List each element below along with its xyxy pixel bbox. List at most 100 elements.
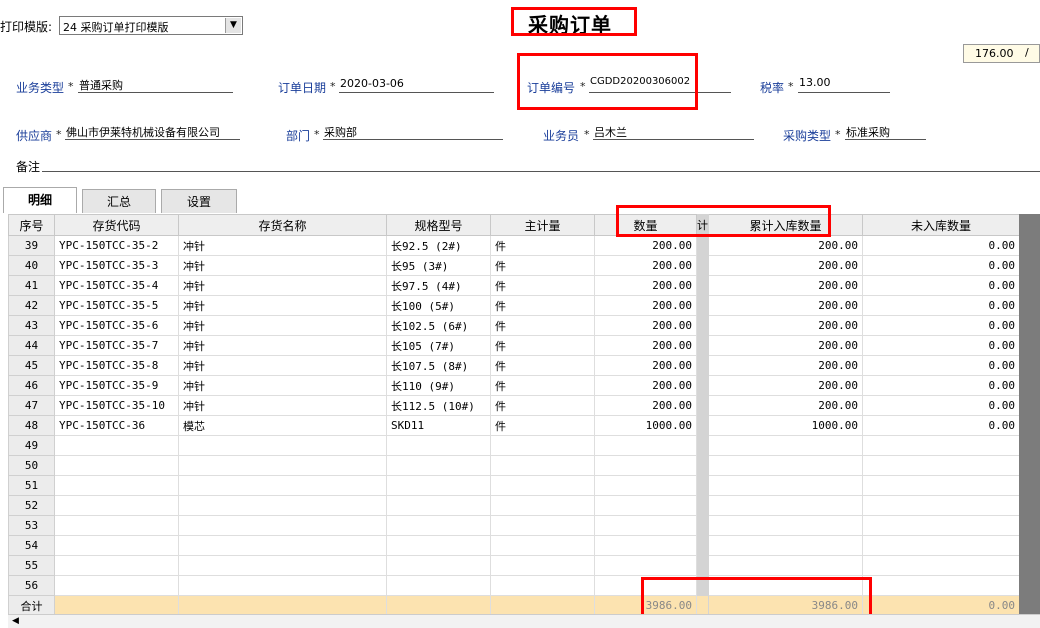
item-received[interactable] (708, 475, 863, 496)
item-spec[interactable]: SKD11 (386, 415, 491, 436)
item-pending[interactable]: 0.00 (862, 235, 1020, 256)
col-header-pending[interactable]: 未入库数量 (862, 214, 1020, 236)
item-qty[interactable] (594, 555, 697, 576)
biz-type-value[interactable]: 普通采购 (79, 77, 123, 93)
col-header-unit[interactable]: 主计量 (490, 214, 595, 236)
item-qty[interactable] (594, 535, 697, 556)
supplier-value[interactable]: 佛山市伊莱特机械设备有限公司 (66, 124, 220, 140)
item-spec[interactable]: 长95 (3#) (386, 255, 491, 276)
table-row[interactable]: 40 YPC-150TCC-35-3 冲针 长95 (3#) 件 200.00 200.00… (8, 255, 1020, 276)
item-code[interactable] (54, 535, 179, 556)
item-pending[interactable]: 0.00 (862, 295, 1020, 316)
item-received[interactable] (708, 455, 863, 476)
tab-detail[interactable]: 明细 (3, 187, 77, 213)
item-code[interactable] (54, 555, 179, 576)
table-row[interactable]: 49 (8, 435, 1020, 456)
tab-settings[interactable]: 设置 (161, 189, 237, 213)
item-spec[interactable] (386, 555, 491, 576)
item-name[interactable]: 冲针 (178, 375, 387, 396)
item-received[interactable]: 200.00 (708, 235, 863, 256)
item-received[interactable]: 200.00 (708, 295, 863, 316)
item-qty[interactable] (594, 435, 697, 456)
item-code[interactable]: YPC-150TCC-35-3 (54, 255, 179, 276)
item-received[interactable]: 200.00 (708, 395, 863, 416)
item-qty[interactable]: 200.00 (594, 295, 697, 316)
item-name[interactable] (178, 495, 387, 516)
item-name[interactable] (178, 535, 387, 556)
chevron-down-icon[interactable]: ▼ (225, 18, 241, 33)
col-header-spec[interactable]: 规格型号 (386, 214, 491, 236)
item-received[interactable]: 1000.00 (708, 415, 863, 436)
item-name[interactable]: 冲针 (178, 275, 387, 296)
item-pending[interactable] (862, 455, 1020, 476)
item-pending[interactable]: 0.00 (862, 255, 1020, 276)
item-unit[interactable]: 件 (490, 415, 595, 436)
item-unit[interactable] (490, 495, 595, 516)
item-spec[interactable] (386, 515, 491, 536)
item-name[interactable] (178, 435, 387, 456)
item-spec[interactable]: 长97.5 (4#) (386, 275, 491, 296)
item-received[interactable] (708, 435, 863, 456)
item-unit[interactable]: 件 (490, 355, 595, 376)
item-qty[interactable]: 200.00 (594, 395, 697, 416)
item-pending[interactable]: 0.00 (862, 415, 1020, 436)
item-qty[interactable] (594, 475, 697, 496)
item-spec[interactable]: 长107.5 (8#) (386, 355, 491, 376)
item-name[interactable]: 模芯 (178, 415, 387, 436)
item-received[interactable] (708, 495, 863, 516)
item-spec[interactable] (386, 455, 491, 476)
item-name[interactable]: 冲针 (178, 395, 387, 416)
purchase-type-value[interactable]: 标准采购 (846, 124, 890, 140)
scroll-left-icon[interactable]: ◀ (12, 615, 19, 628)
item-code[interactable] (54, 435, 179, 456)
item-unit[interactable] (490, 575, 595, 596)
item-spec[interactable] (386, 475, 491, 496)
col-header-code[interactable]: 存货代码 (54, 214, 179, 236)
item-spec[interactable] (386, 575, 491, 596)
table-row[interactable]: 52 (8, 495, 1020, 516)
item-code[interactable]: YPC-150TCC-35-6 (54, 315, 179, 336)
item-code[interactable]: YPC-150TCC-35-10 (54, 395, 179, 416)
item-received[interactable]: 200.00 (708, 255, 863, 276)
item-qty[interactable]: 200.00 (594, 335, 697, 356)
item-qty[interactable]: 200.00 (594, 355, 697, 376)
item-received[interactable]: 200.00 (708, 355, 863, 376)
item-received[interactable]: 200.00 (708, 335, 863, 356)
item-qty[interactable] (594, 455, 697, 476)
item-qty[interactable]: 200.00 (594, 255, 697, 276)
item-code[interactable]: YPC-150TCC-35-2 (54, 235, 179, 256)
item-spec[interactable] (386, 435, 491, 456)
item-received[interactable] (708, 515, 863, 536)
table-row[interactable]: 50 (8, 455, 1020, 476)
item-pending[interactable] (862, 435, 1020, 456)
item-code[interactable] (54, 575, 179, 596)
order-date-value[interactable]: 2020-03-06 (340, 77, 404, 90)
item-received[interactable] (708, 555, 863, 576)
vertical-scrollbar[interactable] (1019, 214, 1040, 614)
template-select[interactable]: 24 采购订单打印模版 ▼ (59, 16, 243, 35)
item-name[interactable]: 冲针 (178, 355, 387, 376)
item-pending[interactable]: 0.00 (862, 275, 1020, 296)
table-row[interactable]: 39 YPC-150TCC-35-2 冲针 长92.5 (2#) 件 200.00 200.… (8, 235, 1020, 256)
item-name[interactable]: 冲针 (178, 315, 387, 336)
item-received[interactable]: 200.00 (708, 315, 863, 336)
item-unit[interactable]: 件 (490, 395, 595, 416)
item-received[interactable] (708, 535, 863, 556)
item-spec[interactable]: 长112.5 (10#) (386, 395, 491, 416)
table-row[interactable]: 46 YPC-150TCC-35-9 冲针 长110 (9#) 件 200.00 200.0… (8, 375, 1020, 396)
item-spec[interactable]: 长100 (5#) (386, 295, 491, 316)
table-row[interactable]: 53 (8, 515, 1020, 536)
item-pending[interactable]: 0.00 (862, 335, 1020, 356)
col-header-name[interactable]: 存货名称 (178, 214, 387, 236)
horizontal-scrollbar[interactable]: ◀ (8, 614, 1040, 628)
item-unit[interactable] (490, 555, 595, 576)
item-unit[interactable] (490, 455, 595, 476)
salesman-value[interactable]: 吕木兰 (594, 124, 627, 140)
item-code[interactable]: YPC-150TCC-35-4 (54, 275, 179, 296)
item-spec[interactable] (386, 535, 491, 556)
item-code[interactable] (54, 475, 179, 496)
table-row[interactable]: 44 YPC-150TCC-35-7 冲针 长105 (7#) 件 200.00 200.0… (8, 335, 1020, 356)
item-code[interactable]: YPC-150TCC-35-7 (54, 335, 179, 356)
item-name[interactable] (178, 515, 387, 536)
item-pending[interactable]: 0.00 (862, 355, 1020, 376)
